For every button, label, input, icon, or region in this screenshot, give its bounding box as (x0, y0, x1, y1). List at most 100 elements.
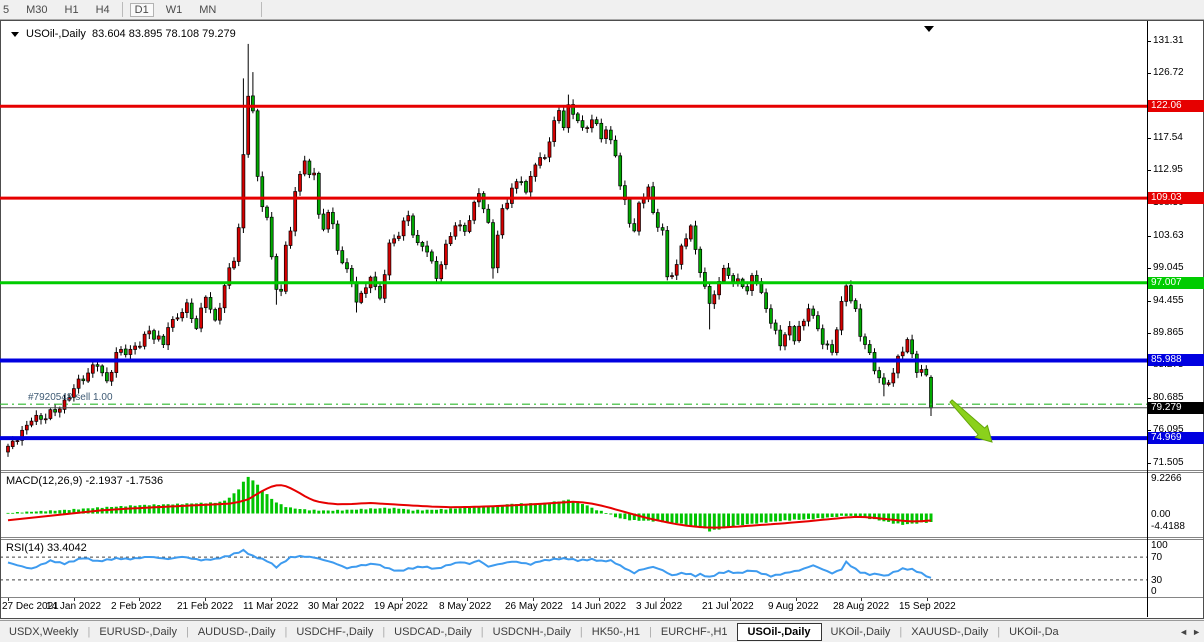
candlestick (110, 370, 113, 386)
candlestick (266, 205, 269, 220)
chart-tab-hk50-h1[interactable]: HK50-,H1 (583, 623, 649, 641)
candlestick (190, 298, 193, 323)
candlestick (496, 231, 499, 274)
chart-tab-usdx-weekly[interactable]: USDX,Weekly (0, 623, 87, 641)
timeframe-button-W1[interactable]: W1 (161, 3, 188, 17)
candlestick (87, 368, 90, 383)
macd-histogram-bar (426, 510, 429, 514)
candlestick (77, 375, 80, 394)
candlestick (468, 215, 471, 233)
macd-histogram-bar (821, 514, 824, 519)
macd-axis-label: 0.00 (1151, 509, 1170, 520)
macd-histogram-bar (802, 514, 805, 520)
macd-histogram-bar (402, 509, 405, 514)
macd-histogram-bar (299, 509, 302, 514)
candlestick (421, 241, 424, 252)
macd-histogram-bar (138, 505, 141, 513)
candlestick (454, 222, 457, 240)
macd-histogram-bar (755, 514, 758, 524)
candlestick (821, 325, 824, 350)
chart-tab-eurchf-h1[interactable]: EURCHF-,H1 (652, 623, 737, 641)
candlestick (331, 208, 334, 230)
macd-histogram-bar (331, 511, 334, 514)
macd-histogram-bar (383, 508, 386, 514)
macd-histogram-bar (685, 514, 688, 526)
candlestick (444, 240, 447, 270)
macd-histogram-bar (751, 514, 754, 524)
timeframe-button-5[interactable]: 5 (0, 3, 14, 17)
candlestick (901, 347, 904, 360)
candlestick (105, 367, 108, 383)
macd-histogram-bar (256, 485, 259, 514)
chart-tab-eurusd-daily[interactable]: EURUSD-,Daily (90, 623, 186, 641)
candlestick (435, 256, 438, 281)
candlestick (906, 337, 909, 353)
macd-histogram-bar (680, 514, 683, 524)
macd-histogram-bar (388, 509, 391, 514)
chart-tab-usdchf-daily[interactable]: USDCHF-,Daily (287, 623, 382, 641)
macd-histogram-bar (270, 499, 273, 514)
tab-scroll-arrows: ◄► (1179, 627, 1204, 637)
macd-histogram-bar (294, 509, 297, 514)
chart-tab-usdcad-daily[interactable]: USDCAD-,Daily (385, 623, 481, 641)
tab-scroll-right-icon[interactable]: ► (1192, 627, 1201, 637)
timeframe-button-H4[interactable]: H4 (91, 3, 115, 17)
candlestick (157, 331, 160, 342)
candlestick (718, 277, 721, 300)
price-tick (1147, 268, 1151, 269)
macd-axis-label: 9.2266 (1151, 473, 1182, 484)
chart-tab-usdcnh-daily[interactable]: USDCNH-,Daily (484, 623, 580, 641)
candlestick (831, 340, 834, 356)
timeframe-button-M30[interactable]: M30 (21, 3, 52, 17)
candlestick (487, 204, 490, 224)
price-level-badge: 122.06 (1148, 100, 1204, 112)
price-tick-label: 103.63 (1153, 230, 1184, 241)
chart-tab-ukoil-daily[interactable]: UKOil-,Daily (822, 623, 900, 641)
macd-histogram-bar (369, 508, 372, 513)
rsi-indicator-pane (0, 540, 1147, 597)
macd-histogram-bar (444, 510, 447, 514)
chart-tab-xauusd-daily[interactable]: XAUUSD-,Daily (902, 623, 997, 641)
macd-histogram-bar (25, 512, 28, 514)
candlestick (878, 367, 881, 383)
chart-tab-bar: USDX,Weekly|EURUSD-,Daily|AUDUSD-,Daily|… (0, 620, 1204, 642)
candlestick (915, 351, 918, 378)
candlestick (736, 274, 739, 287)
price-tick (1147, 138, 1151, 139)
candlestick (685, 233, 688, 249)
down-arrow-annotation[interactable] (950, 400, 992, 442)
candlestick (214, 308, 217, 322)
macd-histogram-bar (242, 482, 245, 514)
timeframe-button-H1[interactable]: H1 (60, 3, 84, 17)
candlestick (317, 172, 320, 219)
candlestick (859, 304, 862, 342)
chart-tab-usoil-daily[interactable]: USOil-,Daily (737, 623, 822, 641)
timeframe-button-MN[interactable]: MN (194, 3, 221, 17)
timeframe-button-D1[interactable]: D1 (130, 3, 154, 17)
candlestick (449, 232, 452, 246)
macd-histogram-bar (892, 514, 895, 524)
candlestick (82, 375, 85, 384)
chart-tab-ukoil-da[interactable]: UKOil-,Da (1000, 623, 1068, 641)
candlestick (920, 365, 923, 377)
macd-histogram-bar (284, 507, 287, 513)
macd-histogram-bar (468, 508, 471, 514)
macd-histogram-bar (548, 503, 551, 514)
candlestick (374, 272, 377, 291)
macd-histogram-bar (459, 508, 462, 513)
candlestick (148, 326, 151, 339)
macd-histogram-bar (671, 514, 674, 523)
candlestick (101, 364, 104, 376)
candlestick (751, 273, 754, 296)
candlestick (44, 414, 47, 424)
candlestick (129, 345, 132, 359)
macd-axis-label: -4.4188 (1151, 521, 1185, 532)
macd-histogram-bar (619, 514, 622, 519)
price-tick (1147, 398, 1151, 399)
chart-tab-audusd-daily[interactable]: AUDUSD-,Daily (189, 623, 285, 641)
candlestick (393, 235, 396, 247)
macd-histogram-bar (590, 508, 593, 514)
tab-scroll-left-icon[interactable]: ◄ (1179, 627, 1188, 637)
toolbar-separator (261, 2, 262, 17)
candlestick (727, 263, 730, 279)
